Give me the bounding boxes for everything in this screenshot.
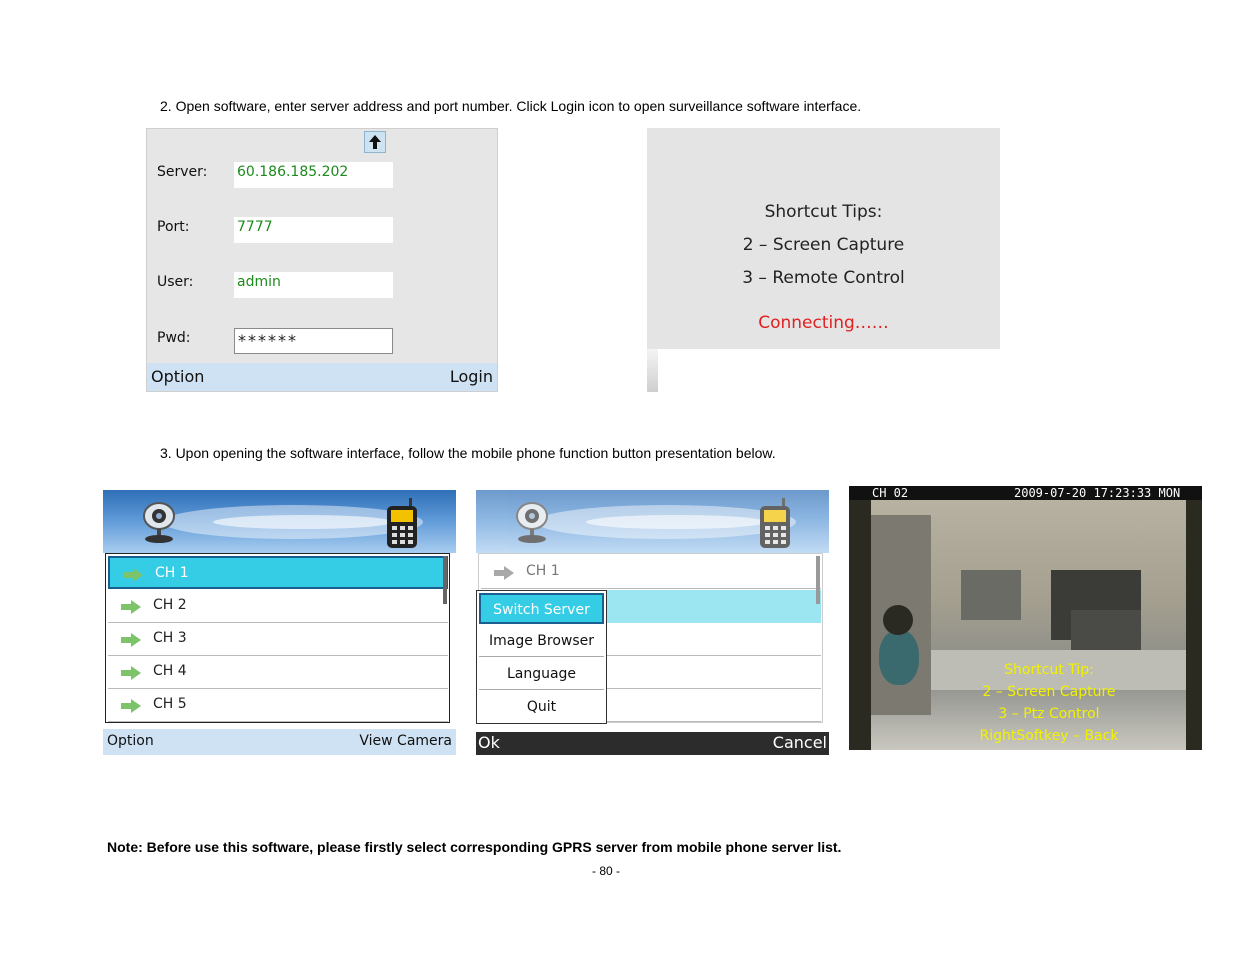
channel-label: CH 5 (153, 696, 187, 712)
channel-list-screenshot: CH 1 CH 2 CH 3 CH 4 CH 5 Option View Cam… (103, 490, 456, 755)
channel-row-3[interactable]: CH 3 (108, 623, 448, 656)
ok-softkey[interactable]: Ok (478, 733, 500, 752)
server-field[interactable]: 60.186.185.202 (234, 162, 393, 188)
options-menu-screenshot: CH 1 Switch Server Image Browser Languag… (476, 490, 829, 755)
menu-item-image-browser[interactable]: Image Browser (479, 626, 604, 657)
arrow-right-icon (494, 566, 514, 580)
option-softkey[interactable]: Option (151, 367, 204, 386)
login-screen-screenshot: Server: 60.186.185.202 Port: 7777 User: … (146, 128, 498, 392)
login-softkey[interactable]: Login (450, 367, 493, 386)
menu-item-quit[interactable]: Quit (479, 692, 604, 723)
app-banner (103, 490, 456, 553)
pwd-label: Pwd: (157, 330, 191, 346)
channel-row-4[interactable]: CH 4 (108, 656, 448, 689)
channel-row-5[interactable]: CH 5 (108, 689, 448, 722)
overlay-back: RightSoftkey – Back (979, 728, 1119, 744)
camera-datetime: 2009-07-20 17:23:33 MON (1014, 486, 1181, 500)
user-label: User: (157, 274, 194, 290)
arrow-up-icon[interactable] (364, 131, 386, 153)
channel-label: CH 1 (155, 565, 189, 581)
tip-remote-control: 3 – Remote Control (742, 268, 905, 288)
step-2-instruction: 2. Open software, enter server address a… (160, 98, 862, 114)
password-field[interactable]: ****** (234, 328, 393, 354)
channel-label: CH 1 (526, 563, 560, 579)
channel-row-2[interactable]: CH 2 (108, 590, 448, 623)
note-text: Note: Before use this software, please f… (107, 839, 842, 855)
arrow-right-icon (121, 633, 141, 647)
server-label: Server: (157, 164, 208, 180)
login-softkey-bar: Option Login (147, 363, 497, 391)
options-menu: Switch Server Image Browser Language Qui… (476, 590, 607, 724)
overlay-ptz-control: 3 – Ptz Control (998, 706, 1100, 722)
tips-title: Shortcut Tips: (764, 202, 883, 222)
channel-label: CH 3 (153, 630, 187, 646)
camera-view-screenshot: CH 02 2009-07-20 17:23:33 MON Shortcut T… (849, 486, 1202, 750)
tip-screen-capture: 2 – Screen Capture (742, 235, 905, 255)
channel-label: CH 2 (153, 597, 187, 613)
menu-softkey-bar: Ok Cancel (476, 732, 829, 755)
arrow-right-icon (121, 699, 141, 713)
cancel-softkey[interactable]: Cancel (773, 733, 827, 752)
user-field[interactable]: admin (234, 272, 393, 298)
app-banner (476, 490, 829, 553)
webcam-icon (143, 502, 175, 543)
camera-channel: CH 02 (872, 486, 909, 500)
arrow-right-icon (121, 666, 141, 680)
connecting-status: Connecting…… (758, 313, 889, 333)
page-number: - 80 - (592, 864, 621, 878)
screen-edge (647, 349, 658, 392)
overlay-screen-capture: 2 – Screen Capture (982, 684, 1116, 700)
channel-row-1: CH 1 (481, 556, 821, 589)
shortcut-tips-screenshot: Shortcut Tips: 2 – Screen Capture 3 – Re… (647, 128, 1000, 392)
port-label: Port: (157, 219, 190, 235)
scrollbar[interactable] (816, 556, 820, 604)
menu-item-language[interactable]: Language (479, 659, 604, 690)
mobile-phone-icon (760, 498, 790, 548)
scrollbar[interactable] (443, 556, 447, 604)
mobile-phone-icon (387, 498, 417, 548)
port-field[interactable]: 7777 (234, 217, 393, 243)
tips-panel: Shortcut Tips: 2 – Screen Capture 3 – Re… (647, 128, 1000, 349)
channel-softkey-bar: Option View Camera (103, 729, 456, 755)
channel-label: CH 4 (153, 663, 187, 679)
step-3-instruction: 3. Upon opening the software interface, … (160, 445, 776, 461)
option-softkey[interactable]: Option (107, 733, 154, 749)
arrow-right-icon (123, 568, 143, 582)
view-camera-softkey[interactable]: View Camera (359, 733, 452, 749)
menu-item-switch-server[interactable]: Switch Server (479, 593, 604, 624)
camera-header-bar: CH 02 2009-07-20 17:23:33 MON (849, 486, 1202, 500)
channel-row-1[interactable]: CH 1 (108, 556, 448, 589)
channel-list: CH 1 CH 2 CH 3 CH 4 CH 5 (105, 553, 450, 723)
webcam-icon (516, 502, 548, 543)
overlay-title: Shortcut Tip: (1004, 662, 1094, 678)
arrow-right-icon (121, 600, 141, 614)
